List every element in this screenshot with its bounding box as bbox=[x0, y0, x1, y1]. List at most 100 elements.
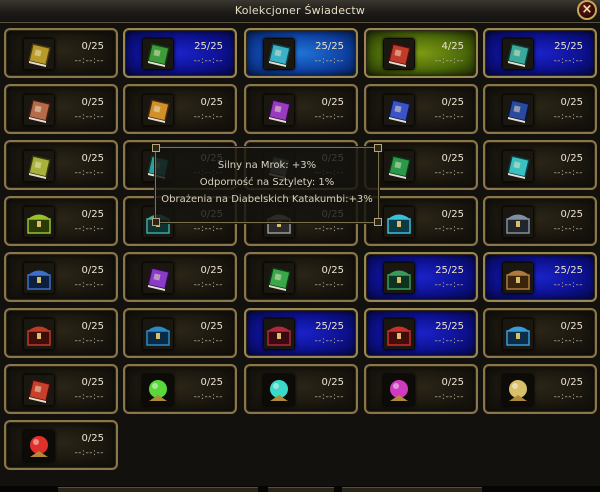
slot-timer: --:--:-- bbox=[193, 280, 223, 290]
slot-count: 0/25 bbox=[200, 321, 223, 332]
chest-crimson-icon bbox=[263, 318, 295, 350]
bottom-bar-segment bbox=[268, 487, 334, 492]
slot-timer: --:--:-- bbox=[553, 336, 583, 346]
slot-count: 0/25 bbox=[200, 377, 223, 388]
collection-slot[interactable]: 0/25 --:--:-- bbox=[123, 84, 237, 134]
slot-count: 0/25 bbox=[81, 433, 104, 444]
slot-timer: --:--:-- bbox=[193, 392, 223, 402]
chest-sky-icon bbox=[502, 318, 534, 350]
slot-timer: --:--:-- bbox=[193, 56, 223, 66]
slot-timer: --:--:-- bbox=[314, 280, 344, 290]
tooltip-line: Silny na Mrok: +3% bbox=[217, 160, 317, 171]
chest-blue-icon bbox=[23, 262, 55, 294]
slot-timer: --:--:-- bbox=[193, 336, 223, 346]
slot-count: 0/25 bbox=[81, 97, 104, 108]
bottom-bar-segment bbox=[342, 487, 482, 492]
slot-timer: --:--:-- bbox=[74, 56, 104, 66]
slot-timer: --:--:-- bbox=[193, 112, 223, 122]
close-icon[interactable]: × bbox=[577, 0, 597, 20]
bonus-tooltip: Silny na Mrok: +3% Odporność na Sztylety… bbox=[152, 144, 382, 226]
tooltip-corner bbox=[152, 144, 160, 152]
tooltip-line: Odporność na Sztylety: 1% bbox=[199, 177, 335, 188]
collection-slot[interactable]: 0/25 --:--:-- bbox=[483, 84, 597, 134]
collection-slot[interactable]: 0/25 --:--:-- bbox=[364, 84, 478, 134]
collection-slot[interactable]: 0/25 --:--:-- bbox=[4, 420, 118, 470]
collection-slot[interactable]: 25/25 --:--:-- bbox=[244, 308, 358, 358]
collection-slot[interactable]: 25/25 --:--:-- bbox=[364, 252, 478, 302]
slot-count: 25/25 bbox=[435, 265, 464, 276]
book-green-icon bbox=[383, 150, 415, 182]
collection-slot[interactable]: 0/25 --:--:-- bbox=[244, 84, 358, 134]
bottom-bar-segment bbox=[58, 487, 258, 492]
slot-timer: --:--:-- bbox=[74, 392, 104, 402]
chest-red-icon bbox=[23, 318, 55, 350]
collection-slot[interactable]: 0/25 --:--:-- bbox=[123, 308, 237, 358]
collection-slot[interactable]: 0/25 --:--:-- bbox=[244, 364, 358, 414]
chest-cyan-icon bbox=[383, 206, 415, 238]
chest-steel-icon bbox=[502, 206, 534, 238]
slot-timer: --:--:-- bbox=[314, 224, 344, 234]
book-cyan-icon bbox=[263, 38, 295, 70]
chest-lime-icon bbox=[23, 206, 55, 238]
collection-slot[interactable]: 0/25 --:--:-- bbox=[4, 140, 118, 190]
slot-timer: --:--:-- bbox=[434, 112, 464, 122]
book-navy-icon bbox=[502, 94, 534, 126]
slot-timer: --:--:-- bbox=[74, 280, 104, 290]
slot-timer: --:--:-- bbox=[314, 56, 344, 66]
slot-timer: --:--:-- bbox=[434, 56, 464, 66]
orb-gold-icon bbox=[502, 374, 534, 406]
collection-slot[interactable]: 0/25 --:--:-- bbox=[483, 308, 597, 358]
collection-slot[interactable]: 0/25 --:--:-- bbox=[4, 364, 118, 414]
slot-count: 0/25 bbox=[81, 377, 104, 388]
slot-count: 25/25 bbox=[554, 265, 583, 276]
book-blue-icon bbox=[383, 94, 415, 126]
slot-timer: --:--:-- bbox=[553, 56, 583, 66]
slot-count: 0/25 bbox=[560, 377, 583, 388]
collection-slot[interactable]: 25/25 --:--:-- bbox=[483, 252, 597, 302]
slot-count: 0/25 bbox=[81, 209, 104, 220]
slot-timer: --:--:-- bbox=[434, 280, 464, 290]
collection-slot[interactable]: 4/25 --:--:-- bbox=[364, 28, 478, 78]
book-purple-icon bbox=[263, 94, 295, 126]
collection-slot[interactable]: 0/25 --:--:-- bbox=[4, 84, 118, 134]
collection-slot[interactable]: 0/25 --:--:-- bbox=[4, 28, 118, 78]
slot-timer: --:--:-- bbox=[74, 448, 104, 458]
collection-slot[interactable]: 25/25 --:--:-- bbox=[483, 28, 597, 78]
book-green-icon bbox=[142, 38, 174, 70]
slot-timer: --:--:-- bbox=[193, 224, 223, 234]
collection-slot[interactable]: 0/25 --:--:-- bbox=[123, 364, 237, 414]
slot-count: 25/25 bbox=[315, 321, 344, 332]
collection-slot[interactable]: 25/25 --:--:-- bbox=[364, 308, 478, 358]
collection-slot[interactable]: 0/25 --:--:-- bbox=[4, 196, 118, 246]
collection-slot[interactable]: 0/25 --:--:-- bbox=[244, 252, 358, 302]
collection-slot[interactable]: 0/25 --:--:-- bbox=[123, 252, 237, 302]
slot-timer: --:--:-- bbox=[314, 392, 344, 402]
chest-bronze-icon bbox=[502, 262, 534, 294]
book-green-icon bbox=[263, 262, 295, 294]
slot-count: 0/25 bbox=[81, 41, 104, 52]
collection-slot[interactable]: 0/25 --:--:-- bbox=[4, 308, 118, 358]
chest-scarlet-icon bbox=[383, 318, 415, 350]
orb-cyan-icon bbox=[263, 374, 295, 406]
collection-slot[interactable]: 25/25 --:--:-- bbox=[244, 28, 358, 78]
slot-count: 25/25 bbox=[435, 321, 464, 332]
collection-slot[interactable]: 0/25 --:--:-- bbox=[364, 364, 478, 414]
slot-count: 0/25 bbox=[441, 209, 464, 220]
collection-slot[interactable]: 0/25 --:--:-- bbox=[483, 140, 597, 190]
slot-count: 25/25 bbox=[554, 41, 583, 52]
collection-panel: 0/25 --:--:-- 25/25 --:--:-- 25/25 --:--:-- 4/… bbox=[0, 23, 600, 492]
slot-timer: --:--:-- bbox=[74, 168, 104, 178]
chest-green-icon bbox=[383, 262, 415, 294]
slot-timer: --:--:-- bbox=[553, 168, 583, 178]
collection-slot[interactable]: 0/25 --:--:-- bbox=[483, 196, 597, 246]
bottom-bar bbox=[0, 486, 600, 492]
slot-count: 0/25 bbox=[321, 377, 344, 388]
collection-slot[interactable]: 0/25 --:--:-- bbox=[483, 364, 597, 414]
slot-timer: --:--:-- bbox=[434, 336, 464, 346]
book-brown-icon bbox=[23, 94, 55, 126]
tooltip-corner bbox=[152, 218, 160, 226]
collection-slot[interactable]: 0/25 --:--:-- bbox=[4, 252, 118, 302]
book-violet-icon bbox=[142, 262, 174, 294]
collection-slot[interactable]: 25/25 --:--:-- bbox=[123, 28, 237, 78]
slot-count: 0/25 bbox=[560, 153, 583, 164]
